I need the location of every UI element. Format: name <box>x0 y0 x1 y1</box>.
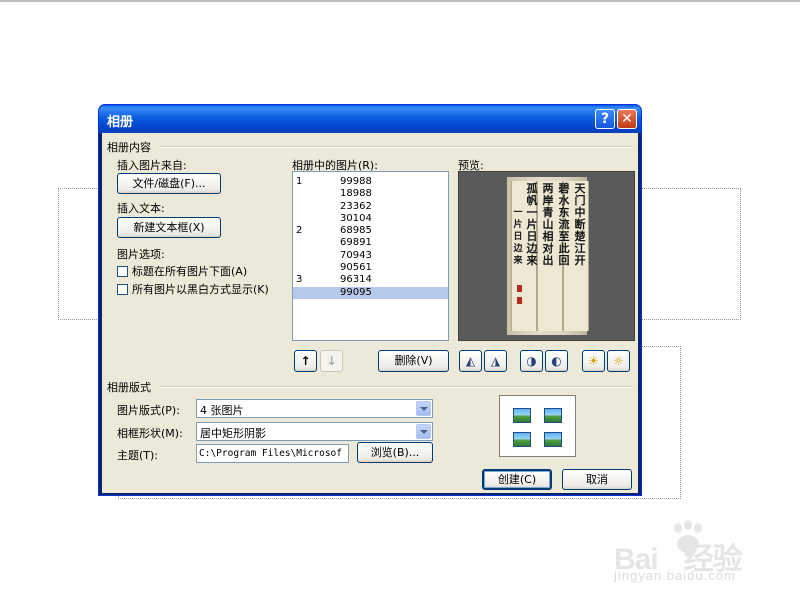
picture-layout-value: 4 张图片 <box>200 404 244 417</box>
dialog-title: 相册 <box>107 115 134 130</box>
contrast-down-icon: ◐ <box>551 354 562 368</box>
list-item[interactable]: 70943 <box>293 250 448 262</box>
brightness-down-button[interactable]: ☼ <box>607 350 630 372</box>
picture-name: 99095 <box>340 286 372 298</box>
list-item[interactable]: 30104 <box>293 213 448 225</box>
slide-number: 2 <box>296 225 303 237</box>
slide-number: 1 <box>296 176 303 187</box>
picture-name: 69891 <box>340 237 372 249</box>
frame-shape-label: 相框形状(M): <box>117 427 183 440</box>
list-item[interactable]: 2 68985 <box>293 225 448 237</box>
calligraphy-scroll: 天门中断楚江开 碧水东流至此回 两岸青山相对出 孤帆一片日边来 一片日边来 <box>507 177 589 335</box>
picture-name: 30104 <box>340 212 372 224</box>
contrast-down-button[interactable]: ◐ <box>545 350 568 372</box>
group-divider <box>160 146 633 148</box>
browse-button[interactable]: 浏览(B)... <box>357 442 433 463</box>
chevron-down-icon[interactable] <box>416 424 431 439</box>
brightness-up-button[interactable]: ☀ <box>582 350 605 372</box>
create-button[interactable]: 创建(C) <box>482 469 552 490</box>
list-item[interactable]: 23362 <box>293 201 448 213</box>
layout-preview <box>499 395 576 457</box>
rotate-left-icon: ◭ <box>465 354 476 368</box>
photo-album-dialog: 相册 ? ✕ 相册内容 插入图片来自: 文件/磁盘(F)... 插入文本: 新建… <box>98 104 642 496</box>
checkbox-box[interactable] <box>117 283 128 295</box>
album-content-group-label: 相册内容 <box>107 141 151 154</box>
black-white-checkbox[interactable]: 所有图片以黑白方式显示(K) <box>117 281 269 297</box>
contrast-up-button[interactable]: ◑ <box>520 350 543 372</box>
list-item[interactable]: 90561 <box>293 262 448 274</box>
top-border-line <box>0 0 800 2</box>
watermark-url: jingyan.baidu.com <box>614 568 736 583</box>
checkbox-label: 标题在所有图片下面(A) <box>132 265 248 278</box>
picture-layout-combo[interactable]: 4 张图片 <box>196 399 433 418</box>
checkbox-box[interactable] <box>117 265 128 277</box>
insert-from-label: 插入图片来自: <box>117 159 187 172</box>
brightness-down-icon: ☼ <box>613 354 624 368</box>
rotate-right-button[interactable]: ◮ <box>484 350 507 372</box>
frame-shape-value: 居中矩形阴影 <box>200 427 266 440</box>
slide-number: 3 <box>296 274 303 286</box>
file-disk-button[interactable]: 文件/磁盘(F)... <box>117 173 221 194</box>
frame-shape-combo[interactable]: 居中矩形阴影 <box>196 422 433 441</box>
delete-button[interactable]: 删除(V) <box>378 350 449 372</box>
baidu-watermark: Bai 经验 jingyan.baidu.com <box>600 520 800 600</box>
layout-thumb-icon <box>513 408 531 423</box>
picture-name: 96314 <box>340 274 372 286</box>
rotate-left-button[interactable]: ◭ <box>459 350 482 372</box>
chevron-down-icon[interactable] <box>416 401 431 416</box>
list-item[interactable]: 1 99988 <box>293 176 448 188</box>
list-item[interactable]: 3 96314 <box>293 274 448 286</box>
album-layout-group-label: 相册版式 <box>107 381 151 394</box>
close-button[interactable]: ✕ <box>617 109 637 129</box>
group-divider <box>160 386 633 388</box>
cancel-button[interactable]: 取消 <box>562 469 632 490</box>
picture-name: 70943 <box>340 249 372 261</box>
list-item[interactable]: 69891 <box>293 237 448 249</box>
arrow-up-icon: ↑ <box>300 354 311 368</box>
close-icon: ✕ <box>621 111 633 127</box>
dialog-client-area: 相册内容 插入图片来自: 文件/磁盘(F)... 插入文本: 新建文本框(X) … <box>102 133 638 493</box>
move-up-button[interactable]: ↑ <box>294 350 317 372</box>
picture-options-label: 图片选项: <box>117 248 165 261</box>
contrast-up-icon: ◑ <box>526 354 537 368</box>
picture-name: 90561 <box>340 262 372 274</box>
new-textbox-button[interactable]: 新建文本框(X) <box>117 217 221 238</box>
picture-layout-label: 图片版式(P): <box>117 404 180 417</box>
layout-thumb-icon <box>544 432 562 447</box>
theme-label: 主题(T): <box>117 449 159 462</box>
help-button[interactable]: ? <box>595 109 615 129</box>
picture-name: 18988 <box>340 188 372 200</box>
insert-text-label: 插入文本: <box>117 202 165 215</box>
title-bar[interactable]: 相册 ? ✕ <box>99 105 641 133</box>
layout-thumb-icon <box>513 432 531 447</box>
checkbox-label: 所有图片以黑白方式显示(K) <box>132 283 269 296</box>
theme-input[interactable]: C:\Program Files\Microsof <box>196 444 349 463</box>
preview-image: 天门中断楚江开 碧水东流至此回 两岸青山相对出 孤帆一片日边来 一片日边来 <box>458 171 635 341</box>
list-item[interactable]: 99095 <box>293 286 448 299</box>
rotate-right-icon: ◮ <box>490 354 501 368</box>
layout-thumb-icon <box>544 408 562 423</box>
brightness-up-icon: ☀ <box>588 354 599 368</box>
picture-name: 99988 <box>340 176 372 187</box>
picture-name: 23362 <box>340 200 372 212</box>
captions-below-checkbox[interactable]: 标题在所有图片下面(A) <box>117 263 247 279</box>
picture-name: 68985 <box>340 225 372 237</box>
pictures-listbox[interactable]: 1 99988 18988 23362 30104 2 68985 69891 70943 905… <box>292 171 449 341</box>
help-icon: ? <box>600 111 610 127</box>
move-down-button[interactable]: ↓ <box>320 350 343 372</box>
list-item[interactable]: 18988 <box>293 188 448 200</box>
arrow-down-icon: ↓ <box>326 354 337 368</box>
